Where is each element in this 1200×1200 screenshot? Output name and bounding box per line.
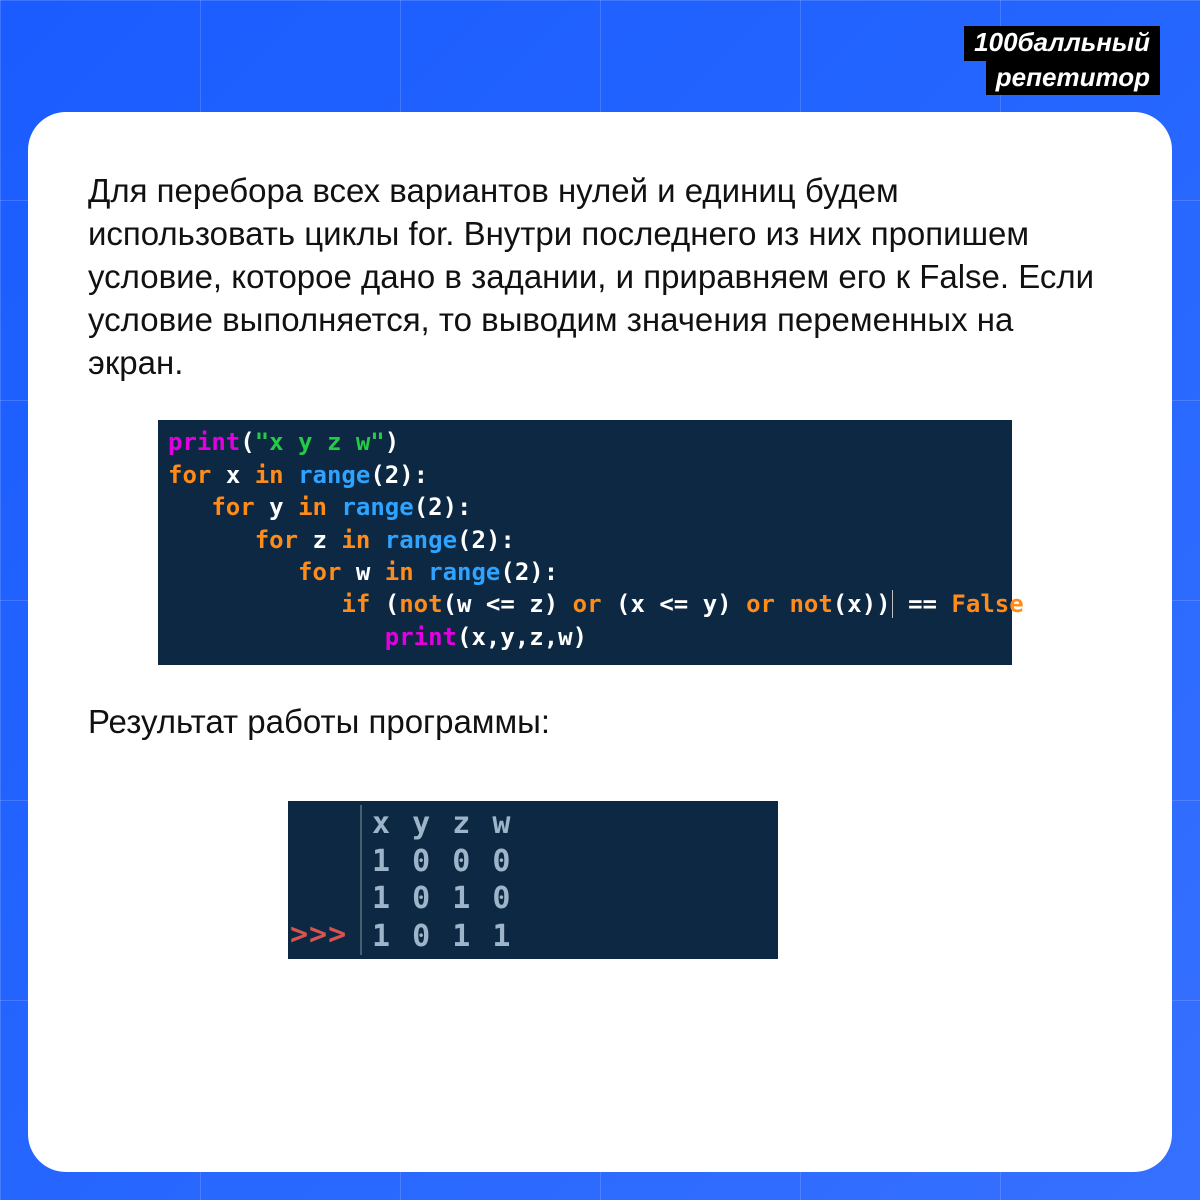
cursor-icon xyxy=(892,590,893,618)
output-block: >>> x y z w 1 0 0 0 1 0 1 0 1 0 1 1 xyxy=(288,801,778,959)
output-line: 1 0 1 0 xyxy=(372,880,512,918)
token-string: "x y z w" xyxy=(255,428,385,456)
output-line: 1 0 1 1 xyxy=(372,918,512,956)
result-label: Результат работы программы: xyxy=(88,703,1112,741)
output-line: 1 0 0 0 xyxy=(372,843,512,881)
token-print: print xyxy=(168,428,240,456)
brand-badge: 100балльный репетитор xyxy=(964,26,1160,95)
output-lines: x y z w 1 0 0 0 1 0 1 0 1 0 1 1 xyxy=(362,805,512,955)
content-card: Для перебора всех вариантов нулей и един… xyxy=(28,112,1172,1172)
token-if: if xyxy=(341,590,370,618)
code-block: print("x y z w") for x in range(2): for … xyxy=(158,420,1012,665)
output-line: x y z w xyxy=(372,805,512,843)
explanation-paragraph: Для перебора всех вариантов нулей и един… xyxy=(88,170,1112,384)
brand-line-2: репетитор xyxy=(986,61,1160,96)
token-false: False xyxy=(951,590,1023,618)
token-for: for xyxy=(168,461,211,489)
output-gutter: >>> xyxy=(288,805,362,955)
brand-line-1: 100балльный xyxy=(964,26,1160,61)
repl-prompt: >>> xyxy=(290,916,347,954)
